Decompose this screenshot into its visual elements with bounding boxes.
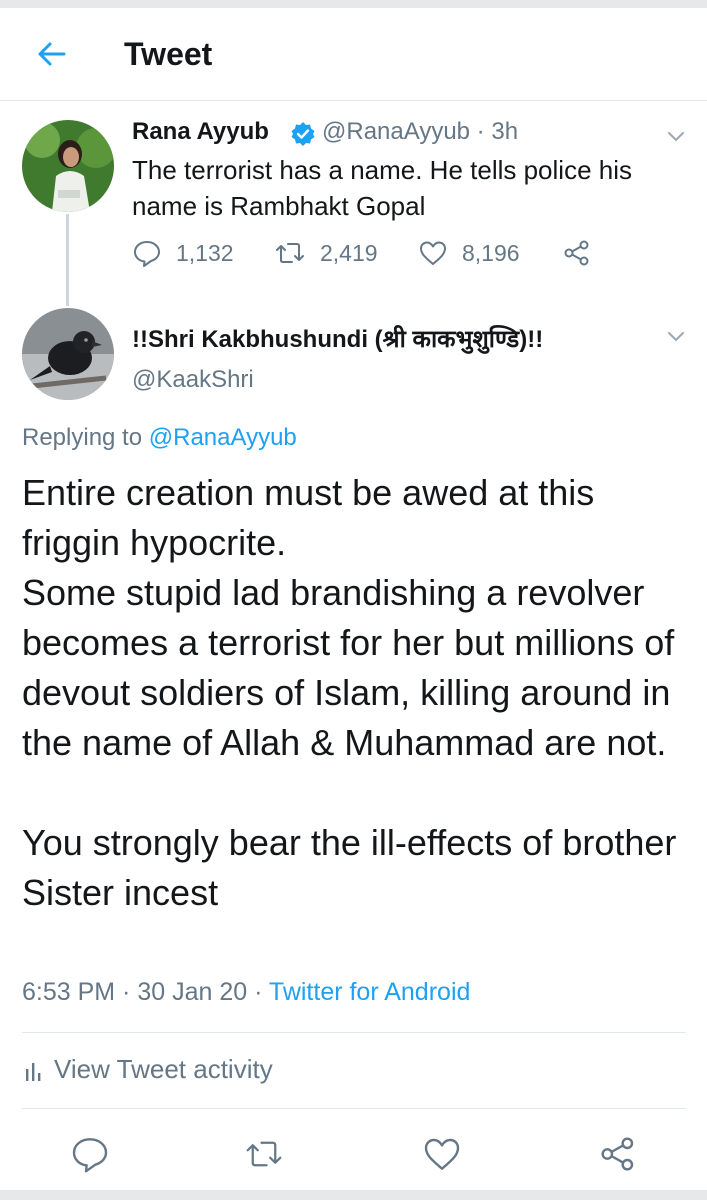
tweet-source-link[interactable]: Twitter for Android [269,978,470,1006]
tweet-metadata: 6:53 PM · 30 Jan 20 · Twitter for Androi… [22,978,471,1006]
retweet-button[interactable] [244,1134,284,1174]
share-icon [601,1137,634,1171]
avatar-kaakshri[interactable] [22,308,114,400]
reply-text-paragraph: You strongly bear the ill-effects of bro… [22,822,677,913]
like-button[interactable] [422,1134,462,1174]
reply-text-paragraph: Some stupid lad brandishing a revolver b… [22,572,675,763]
parent-tweet-text: The terrorist has a name. He tells polic… [132,155,632,221]
back-button[interactable] [30,32,74,76]
app-header: Tweet [0,8,707,101]
retweet-icon [246,1141,282,1167]
parent-reply-count: 1,132 [176,239,234,266]
reply-icon [134,241,160,267]
parent-author-handle[interactable]: @RanaAyyub [322,118,470,145]
avatar-image [22,308,114,400]
reply-button[interactable] [70,1134,110,1174]
parent-handle-time: @RanaAyyub · 3h [322,118,519,145]
parent-tweet-menu[interactable] [664,124,688,148]
reply-text-paragraph: Entire creation must be awed at this fri… [22,472,595,563]
like-icon [424,1138,460,1170]
reply-author-handle[interactable]: @KaakShri [132,366,254,394]
replying-to-line: Replying to @RanaAyyub [22,424,297,452]
back-arrow-icon [38,42,66,66]
avatar-rana-ayyub[interactable] [22,120,114,212]
parent-author-name[interactable]: Rana Ayyub [132,118,269,146]
like-icon [420,241,446,265]
tweet-time: 6:53 PM [22,978,116,1006]
parent-like-button[interactable]: 8,196 [418,238,520,268]
activity-chart-icon [26,1062,41,1081]
share-icon [564,240,589,266]
replying-to-link[interactable]: @RanaAyyub [149,424,297,451]
reply-icon [72,1138,108,1173]
retweet-icon [276,243,304,263]
reply-tweet-menu[interactable] [664,324,688,348]
replying-label: Replying to [22,424,143,451]
view-tweet-activity-button[interactable]: View Tweet activity [22,1054,273,1085]
parent-retweet-count: 2,419 [320,239,378,266]
tweet-date: 30 Jan 20 [137,978,248,1006]
bottom-strip [0,1190,707,1200]
divider [22,1032,686,1033]
share-button[interactable] [598,1134,638,1174]
status-bar-strip [0,0,707,8]
verified-badge-icon [291,122,315,146]
reply-author-name[interactable]: !!Shri Kakbhushundi (श्री काकभुशुण्डि)!! [132,322,543,355]
chevron-down-icon [668,132,684,142]
view-tweet-activity-label: View Tweet activity [54,1054,273,1084]
reply-tweet-text: Entire creation must be awed at this fri… [22,468,692,918]
page-title: Tweet [124,36,213,72]
parent-retweet-button[interactable]: 2,419 [274,238,378,268]
parent-share-button[interactable] [562,238,592,268]
parent-reply-button[interactable]: 1,132 [132,238,234,268]
paragraph-spacer [22,768,692,818]
avatar-image [22,120,114,212]
thread-connector [66,214,69,306]
chevron-down-icon [668,332,684,342]
divider [22,1108,686,1109]
parent-time: 3h [491,118,519,145]
parent-like-count: 8,196 [462,239,520,266]
